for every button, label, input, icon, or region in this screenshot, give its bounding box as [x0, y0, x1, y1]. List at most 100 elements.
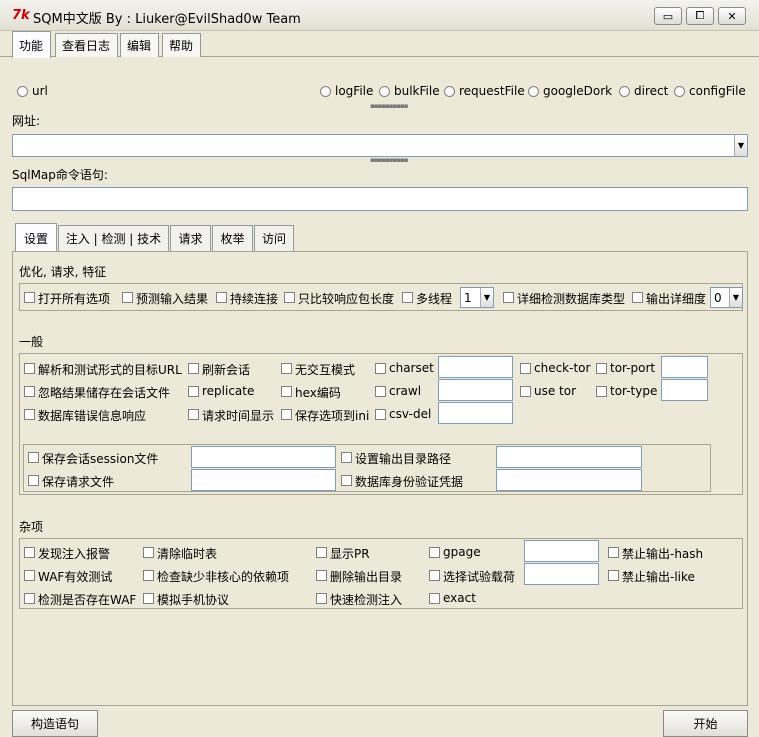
checkbox-detail-dbms[interactable] — [503, 292, 514, 303]
chevron-down-icon: ▼ — [737, 141, 745, 150]
checkbox-crawl[interactable] — [375, 386, 386, 397]
address-combobox[interactable]: ▼ — [12, 134, 748, 157]
menu-tab-help[interactable]: 帮助 — [162, 33, 201, 57]
checkbox-test-filter[interactable] — [429, 570, 440, 581]
menu-tab-function[interactable]: 功能 — [12, 31, 51, 58]
command-value — [13, 188, 17, 202]
checkbox-parse-forms[interactable] — [24, 363, 35, 374]
checkbox-db-error[interactable] — [24, 409, 35, 420]
verbose-select[interactable]: 0 ▼ — [710, 287, 743, 308]
save-session-input[interactable] — [191, 446, 336, 468]
output-dir-input[interactable] — [496, 446, 642, 468]
build-command-button[interactable]: 构造语句 — [12, 710, 98, 737]
radio-direct-label: direct — [634, 84, 669, 98]
checkbox-save-request[interactable] — [28, 475, 39, 486]
command-input[interactable] — [12, 187, 748, 211]
checkbox-check-tor[interactable] — [520, 363, 531, 374]
checkbox-tor-port[interactable] — [596, 363, 607, 374]
sash-handle[interactable]: ▪▪▪▪▪▪▪▪▪▪ — [370, 102, 408, 110]
checkbox-predict[interactable] — [122, 292, 133, 303]
checkbox-replicate[interactable] — [188, 386, 199, 397]
radio-direct[interactable] — [619, 86, 630, 97]
checkbox-gpage[interactable] — [429, 547, 440, 558]
charset-input[interactable] — [438, 356, 513, 378]
menu-tab-edit[interactable]: 编辑 — [120, 33, 159, 57]
checkbox-mobile-label: 模拟手机协议 — [157, 593, 230, 607]
checkbox-purge-output[interactable] — [316, 570, 327, 581]
tab-request[interactable]: 请求 — [170, 225, 211, 251]
checkbox-null-conn[interactable] — [284, 292, 295, 303]
checkbox-parse-forms-label: 解析和测试形式的目标URL — [38, 363, 182, 377]
checkbox-waf-test[interactable] — [24, 570, 35, 581]
checkbox-mobile[interactable] — [143, 593, 154, 604]
tab-enum[interactable]: 枚举 — [212, 225, 253, 251]
start-button[interactable]: 开始 — [663, 710, 748, 737]
checkbox-alert[interactable] — [24, 547, 35, 558]
radio-requestfile[interactable] — [444, 86, 455, 97]
tab-inject-detect-tech[interactable]: 注入 | 检测 | 技术 — [58, 225, 169, 251]
checkbox-keep-alive[interactable] — [216, 292, 227, 303]
checkbox-save-session[interactable] — [28, 452, 39, 463]
checkbox-no-hash-label: 禁止输出-hash — [622, 547, 704, 561]
tab-settings[interactable]: 设置 — [15, 223, 57, 252]
radio-requestfile-label: requestFile — [459, 84, 525, 98]
radio-logfile[interactable] — [320, 86, 331, 97]
tor-type-input[interactable] — [661, 379, 708, 401]
checkbox-threads-label: 多线程 — [416, 292, 453, 306]
checkbox-charset[interactable] — [375, 363, 386, 374]
checkbox-threads[interactable] — [402, 292, 413, 303]
close-button[interactable]: ✕ — [718, 7, 746, 25]
checkbox-use-tor[interactable] — [520, 386, 531, 397]
radio-url[interactable] — [17, 86, 28, 97]
csv-del-input[interactable] — [438, 402, 513, 424]
checkbox-save-ini[interactable] — [281, 409, 292, 420]
threads-select[interactable]: 1 ▼ — [460, 287, 494, 308]
checkbox-batch[interactable] — [281, 363, 292, 374]
checkbox-cleanup[interactable] — [143, 547, 154, 558]
restore-button[interactable]: ⧠ — [686, 7, 714, 25]
checkbox-all-options[interactable] — [24, 292, 35, 303]
checkbox-page-rank[interactable] — [316, 547, 327, 558]
checkbox-verbose[interactable] — [632, 292, 643, 303]
gpage-input[interactable] — [524, 540, 599, 562]
checkbox-db-error-label: 数据库错误信息响应 — [38, 409, 147, 423]
tor-port-input[interactable] — [661, 356, 708, 378]
sash-handle[interactable]: ▪▪▪▪▪▪▪▪▪▪ — [370, 156, 408, 164]
checkbox-smart[interactable] — [316, 593, 327, 604]
general-group: 解析和测试形式的目标URL 忽略结果储存在会话文件 数据库错误信息响应 刷新会话… — [19, 353, 743, 495]
verbose-dropdown-button[interactable]: ▼ — [729, 288, 742, 307]
tab-access[interactable]: 访问 — [254, 225, 294, 251]
checkbox-flush-session[interactable] — [188, 363, 199, 374]
checkbox-tor-type[interactable] — [596, 386, 607, 397]
address-label: 网址: — [12, 114, 41, 128]
checkbox-output-dir-label: 设置输出目录路径 — [355, 452, 452, 466]
save-request-input[interactable] — [191, 469, 336, 491]
checkbox-dependencies[interactable] — [143, 570, 154, 581]
menu-tab-log[interactable]: 查看日志 — [55, 33, 118, 57]
checkbox-null-conn-label: 只比较响应包长度 — [298, 292, 395, 306]
checkbox-use-tor-label: use tor — [534, 384, 577, 398]
radio-googledork[interactable] — [528, 86, 539, 97]
checkbox-no-hash[interactable] — [608, 547, 619, 558]
checkbox-ignore-session[interactable] — [24, 386, 35, 397]
radio-configfile[interactable] — [674, 86, 685, 97]
radio-bulkfile[interactable] — [379, 86, 390, 97]
crawl-input[interactable] — [438, 379, 513, 401]
checkbox-exact[interactable] — [429, 593, 440, 604]
address-dropdown-button[interactable]: ▼ — [734, 135, 747, 156]
restore-icon: ⧠ — [695, 9, 705, 22]
chevron-down-icon: ▼ — [732, 293, 740, 302]
checkbox-output-dir[interactable] — [341, 452, 352, 463]
checkbox-no-like[interactable] — [608, 570, 619, 581]
threads-dropdown-button[interactable]: ▼ — [480, 288, 493, 307]
checkbox-eta[interactable] — [188, 409, 199, 420]
test-filter-input[interactable] — [524, 563, 599, 585]
db-auth-input[interactable] — [496, 469, 642, 491]
minimize-button[interactable]: ▭ — [654, 7, 682, 25]
checkbox-cleanup-label: 清除临时表 — [157, 547, 218, 561]
checkbox-csv-del[interactable] — [375, 409, 386, 420]
checkbox-all-options-label: 打开所有选项 — [38, 292, 111, 306]
checkbox-hex[interactable] — [281, 386, 292, 397]
checkbox-identify-waf[interactable] — [24, 593, 35, 604]
checkbox-db-auth[interactable] — [341, 475, 352, 486]
